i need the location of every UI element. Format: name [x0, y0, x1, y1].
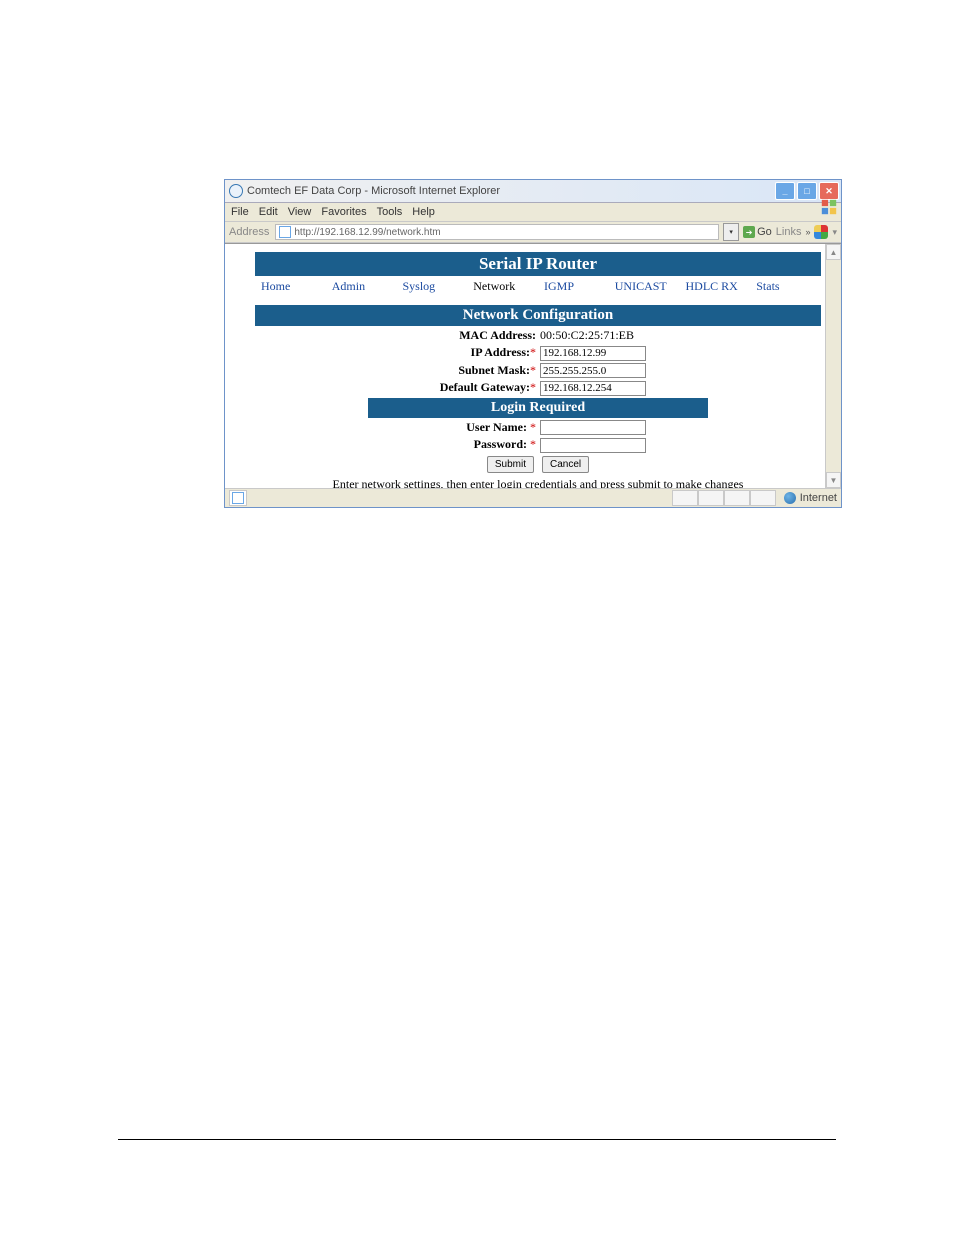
shield-dropdown-icon[interactable]: ▾ [832, 227, 837, 238]
security-shield-icon[interactable] [814, 225, 828, 239]
section-login-required: Login Required [368, 398, 708, 418]
tab-home[interactable]: Home [255, 276, 326, 297]
password-label: Password: * [386, 437, 536, 452]
tab-hdlcrx[interactable]: HDLC RX [680, 276, 751, 297]
status-pane [750, 490, 776, 506]
go-button[interactable]: ➔ Go [743, 226, 772, 238]
user-label: User Name: * [386, 420, 536, 435]
tab-igmp[interactable]: IGMP [538, 276, 609, 297]
menu-favorites[interactable]: Favorites [321, 206, 366, 218]
menu-edit[interactable]: Edit [259, 206, 278, 218]
window-title: Comtech EF Data Corp - Microsoft Interne… [247, 185, 500, 197]
status-pane [698, 490, 724, 506]
tab-admin[interactable]: Admin [326, 276, 397, 297]
address-input[interactable]: http://192.168.12.99/network.htm [275, 224, 719, 240]
subnet-field[interactable] [540, 363, 646, 378]
minimize-button[interactable]: _ [775, 182, 795, 200]
address-label: Address [229, 226, 271, 238]
address-dropdown-button[interactable]: ▾ [723, 223, 739, 241]
nav-tabs: Home Admin Syslog Network IGMP UNICAST H… [255, 276, 821, 297]
ip-label: IP Address:* [386, 345, 536, 360]
page-icon [279, 226, 291, 238]
internet-zone-label: Internet [800, 492, 837, 504]
status-pane [724, 490, 750, 506]
status-pane [672, 490, 698, 506]
scroll-down-icon[interactable]: ▼ [826, 472, 841, 488]
address-bar: Address http://192.168.12.99/network.htm… [225, 222, 841, 243]
menu-file[interactable]: File [231, 206, 249, 218]
window-titlebar: Comtech EF Data Corp - Microsoft Interne… [225, 180, 841, 203]
links-chevron-icon[interactable]: » [805, 227, 810, 237]
menu-tools[interactable]: Tools [377, 206, 403, 218]
subnet-label: Subnet Mask:* [386, 363, 536, 378]
hint-text: Enter network settings, then enter login… [255, 477, 821, 489]
gateway-label: Default Gateway:* [386, 380, 536, 395]
page-divider [118, 1139, 836, 1140]
tab-syslog[interactable]: Syslog [397, 276, 468, 297]
password-field[interactable] [540, 438, 646, 453]
gateway-field[interactable] [540, 381, 646, 396]
ie-icon [229, 184, 243, 198]
internet-zone-icon [784, 492, 796, 504]
submit-button[interactable]: Submit [487, 456, 534, 473]
tab-stats[interactable]: Stats [750, 276, 821, 297]
menu-view[interactable]: View [288, 206, 312, 218]
tab-network[interactable]: Network [467, 276, 538, 297]
section-network-config: Network Configuration [255, 305, 821, 326]
tab-unicast[interactable]: UNICAST [609, 276, 680, 297]
go-arrow-icon: ➔ [743, 226, 755, 238]
maximize-button[interactable]: □ [797, 182, 817, 200]
status-bar: Internet [225, 488, 841, 507]
status-page-icon [229, 490, 247, 506]
vertical-scrollbar[interactable]: ▲ ▼ [825, 244, 841, 488]
cancel-button[interactable]: Cancel [542, 456, 589, 473]
page-title: Serial IP Router [255, 252, 821, 276]
address-url: http://192.168.12.99/network.htm [294, 227, 440, 238]
mac-value: 00:50:C2:25:71:EB [540, 328, 690, 343]
ip-field[interactable] [540, 346, 646, 361]
username-field[interactable] [540, 420, 646, 435]
scroll-up-icon[interactable]: ▲ [826, 244, 841, 260]
menubar: File Edit View Favorites Tools Help [225, 203, 841, 222]
links-label[interactable]: Links [776, 226, 802, 238]
mac-label: MAC Address: [386, 328, 536, 343]
windows-logo-icon [820, 198, 838, 216]
menu-help[interactable]: Help [412, 206, 435, 218]
